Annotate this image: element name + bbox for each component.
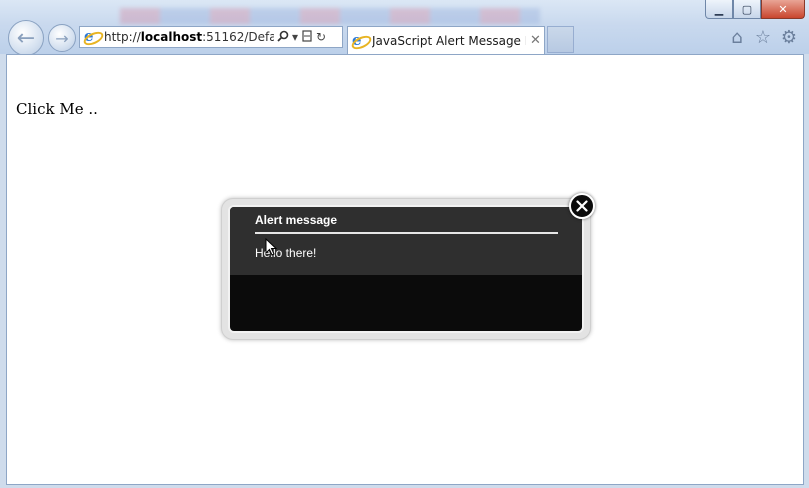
- forward-button[interactable]: →: [48, 24, 76, 52]
- forward-arrow-icon: →: [55, 28, 69, 48]
- close-icon: [576, 200, 588, 212]
- modal-header: Alert message Hello there!: [230, 207, 582, 275]
- modal-divider: [255, 232, 558, 234]
- url-text[interactable]: http://localhost:51162/Default.a: [104, 30, 274, 44]
- back-arrow-icon: ←: [16, 25, 36, 51]
- minimize-button[interactable]: ▁: [705, 0, 733, 19]
- toolbar-icons: ⌂ ☆ ⚙: [727, 28, 799, 48]
- modal-title: Alert message: [255, 213, 338, 227]
- dropdown-arrow-icon[interactable]: ▾: [292, 30, 298, 44]
- modal-close-button[interactable]: [569, 193, 595, 219]
- close-window-button[interactable]: ✕: [761, 0, 805, 19]
- tab-close-icon[interactable]: ✕: [530, 33, 541, 48]
- address-bar[interactable]: e http://localhost:51162/Default.a ▾ ↻: [79, 26, 343, 48]
- maximize-button[interactable]: ▢: [733, 0, 761, 19]
- home-icon[interactable]: ⌂: [727, 28, 747, 48]
- click-me-link[interactable]: Click Me ..: [16, 100, 98, 118]
- tab-title: JavaScript Alert Message Di...: [372, 33, 526, 48]
- window-controls: ▁ ▢ ✕: [705, 0, 805, 20]
- ie-page-icon: e: [81, 27, 106, 48]
- compatibility-view-icon[interactable]: [301, 29, 313, 45]
- browser-chrome: ▁ ▢ ✕ ← → e http://localhost:51162/Defau…: [0, 0, 809, 56]
- gear-icon[interactable]: ⚙: [779, 28, 799, 48]
- back-button[interactable]: ←: [8, 20, 44, 56]
- star-icon[interactable]: ☆: [753, 28, 773, 48]
- refresh-icon[interactable]: ↻: [316, 30, 326, 44]
- window-title-area: [120, 8, 540, 24]
- search-icon[interactable]: [277, 30, 289, 45]
- mouse-cursor-icon: [265, 238, 277, 256]
- alert-modal: Alert message Hello there!: [228, 205, 584, 333]
- new-tab-button[interactable]: [547, 26, 574, 53]
- tab-ie-icon: e: [349, 31, 374, 52]
- tab-active[interactable]: e JavaScript Alert Message Di... ✕: [347, 26, 545, 54]
